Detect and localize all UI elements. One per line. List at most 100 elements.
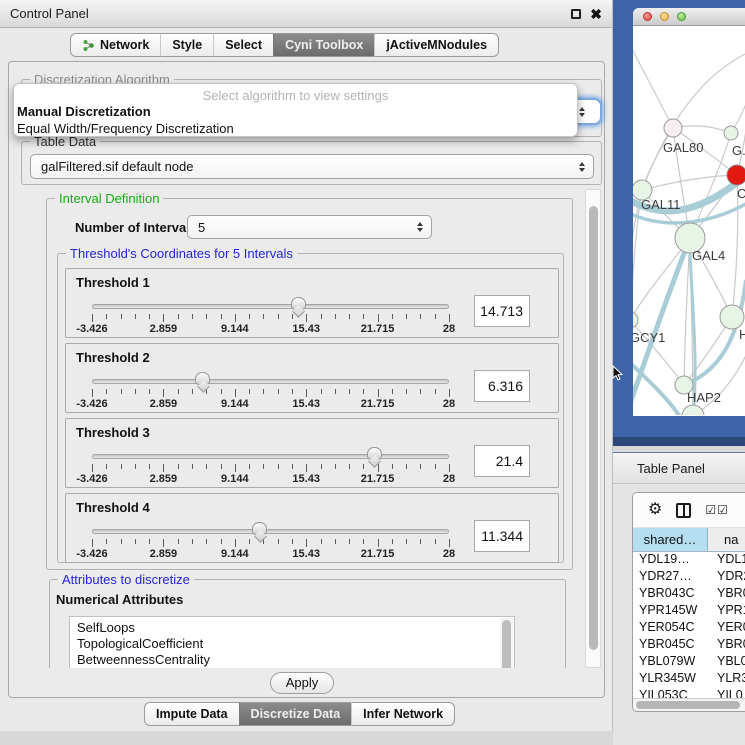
- network-edge-highlighted[interactable]: [633, 356, 681, 415]
- tab-style[interactable]: Style: [160, 33, 213, 57]
- cell-shared-name[interactable]: YBR045C: [633, 637, 708, 654]
- tick-mark: [163, 539, 164, 547]
- float-window-icon[interactable]: [571, 9, 581, 19]
- attribute-item-selfloops[interactable]: SelfLoops: [70, 620, 514, 636]
- slider-thumb[interactable]: [291, 297, 306, 310]
- attributes-scrollbar[interactable]: [500, 618, 513, 668]
- threshold-value-field[interactable]: 21.4: [474, 445, 530, 477]
- gear-icon[interactable]: ⚙: [648, 502, 662, 518]
- slider-thumb[interactable]: [195, 372, 210, 385]
- cell-name[interactable]: YLR3: [708, 671, 745, 688]
- table-row[interactable]: YIL053CYIL0: [633, 688, 745, 698]
- network-node-bottom[interactable]: [682, 405, 704, 415]
- tick-label: 9.144: [221, 473, 249, 485]
- tab-jactivemnodules[interactable]: jActiveMNodules: [374, 33, 499, 57]
- slider-track[interactable]: [92, 454, 449, 459]
- main-scrollbar[interactable]: [585, 189, 601, 668]
- main-scrollbar-thumb[interactable]: [589, 206, 598, 650]
- tab-cyni-toolbox[interactable]: Cyni Toolbox: [273, 33, 374, 57]
- tick-mark: [263, 389, 264, 394]
- network-node-gcy1[interactable]: [633, 312, 638, 328]
- cell-name[interactable]: YIL0: [708, 688, 745, 698]
- table-row[interactable]: YBR045CYBR0: [633, 637, 745, 654]
- tab-network[interactable]: Network: [70, 33, 160, 57]
- table-hscrollbar-thumb[interactable]: [636, 701, 740, 709]
- column-header-shared-name[interactable]: shared…: [633, 528, 708, 551]
- threshold-value-field[interactable]: 14.713: [474, 295, 530, 327]
- network-view-frame[interactable]: GAL80G.CGAL11GAL4GCY1HHAP2: [613, 0, 745, 446]
- table-row[interactable]: YBL079WYBL0: [633, 654, 745, 671]
- cell-shared-name[interactable]: YLR345W: [633, 671, 708, 688]
- tab-discretize-data[interactable]: Discretize Data: [239, 702, 352, 726]
- network-edge[interactable]: [642, 175, 737, 190]
- apply-button[interactable]: Apply: [270, 672, 334, 694]
- network-node-hnode[interactable]: [720, 305, 744, 329]
- tab-infer-network[interactable]: Infer Network: [351, 702, 455, 726]
- numerical-attributes-list[interactable]: SelfLoopsTopologicalCoefficientBetweenne…: [69, 616, 515, 668]
- tick-label: 9.144: [221, 398, 249, 410]
- tick-mark: [306, 314, 307, 322]
- slider-thumb[interactable]: [252, 522, 267, 535]
- column-header-name[interactable]: na: [708, 528, 745, 551]
- close-traffic-icon[interactable]: [643, 12, 652, 21]
- cell-name[interactable]: YDL1: [708, 552, 745, 569]
- checkbox-icons[interactable]: ☑☑: [705, 503, 729, 517]
- table-row[interactable]: YPR145WYPR1: [633, 603, 745, 620]
- cell-name[interactable]: YBL0: [708, 654, 745, 671]
- slider-thumb[interactable]: [367, 447, 382, 460]
- attribute-item-betweennesscentrality[interactable]: BetweennessCentrality: [70, 652, 514, 668]
- cell-shared-name[interactable]: YPR145W: [633, 603, 708, 620]
- table-data-combo[interactable]: galFiltered.sif default node: [30, 154, 594, 179]
- table-hscrollbar[interactable]: [633, 698, 745, 711]
- bottom-tab-bar: Impute DataDiscretize DataInfer Network: [144, 702, 455, 726]
- slider-track[interactable]: [92, 529, 449, 534]
- number-of-intervals-spinner[interactable]: 5: [187, 215, 432, 239]
- network-node-topgreen[interactable]: [724, 126, 738, 140]
- attribute-item-topologicalcoefficient[interactable]: TopologicalCoefficient: [70, 636, 514, 652]
- cell-shared-name[interactable]: YER054C: [633, 620, 708, 637]
- popup-item-equal-width-frequency-discretization[interactable]: Equal Width/Frequency Discretization: [14, 120, 577, 137]
- popup-item-manual-discretization[interactable]: Manual Discretization: [14, 103, 577, 120]
- cell-shared-name[interactable]: YIL053C: [633, 688, 708, 698]
- network-node-label: GCY1: [633, 330, 665, 345]
- tick-label: -3.426: [76, 473, 107, 485]
- threshold-value-field[interactable]: 6.316: [474, 370, 530, 402]
- table-row[interactable]: YDL19…YDL1: [633, 552, 745, 569]
- popup-prompt: Select algorithm to view settings: [14, 84, 577, 103]
- tick-mark: [192, 389, 193, 394]
- cell-shared-name[interactable]: YBL079W: [633, 654, 708, 671]
- cell-name[interactable]: YBR0: [708, 586, 745, 603]
- network-node-pink[interactable]: [664, 119, 682, 137]
- table-row[interactable]: YLR345WYLR3: [633, 671, 745, 688]
- cell-name[interactable]: YPR1: [708, 603, 745, 620]
- slider-track[interactable]: [92, 304, 449, 309]
- table-row[interactable]: YDR27…YDR2: [633, 569, 745, 586]
- minimize-traffic-icon[interactable]: [660, 12, 669, 21]
- cell-shared-name[interactable]: YDR27…: [633, 569, 708, 586]
- close-icon[interactable]: ✖: [590, 9, 602, 19]
- tab-impute-data[interactable]: Impute Data: [144, 702, 239, 726]
- tab-select[interactable]: Select: [213, 33, 273, 57]
- table-row[interactable]: YBR043CYBR0: [633, 586, 745, 603]
- cell-name[interactable]: YER0: [708, 620, 745, 637]
- tick-mark: [135, 389, 136, 394]
- network-graph[interactable]: GAL80G.CGAL11GAL4GCY1HHAP2: [633, 26, 745, 415]
- tick-label: 21.715: [361, 473, 395, 485]
- network-edge[interactable]: [633, 34, 673, 128]
- cell-shared-name[interactable]: YBR043C: [633, 586, 708, 603]
- tick-mark: [249, 389, 250, 394]
- network-edge[interactable]: [731, 74, 745, 133]
- tick-mark: [420, 314, 421, 319]
- table-row[interactable]: YER054CYER0: [633, 620, 745, 637]
- network-canvas[interactable]: GAL80G.CGAL11GAL4GCY1HHAP2: [633, 26, 745, 415]
- threshold-value-field[interactable]: 11.344: [474, 520, 530, 552]
- cell-name[interactable]: YDR2: [708, 569, 745, 586]
- split-columns-icon[interactable]: [676, 503, 691, 518]
- cell-shared-name[interactable]: YDL19…: [633, 552, 708, 569]
- network-edge[interactable]: [737, 82, 745, 175]
- slider-track[interactable]: [92, 379, 449, 384]
- cell-name[interactable]: YBR0: [708, 637, 745, 654]
- network-node-red[interactable]: [727, 165, 745, 185]
- zoom-traffic-icon[interactable]: [677, 12, 686, 21]
- screen: { "window": { "title": "Control Panel" }…: [0, 0, 745, 745]
